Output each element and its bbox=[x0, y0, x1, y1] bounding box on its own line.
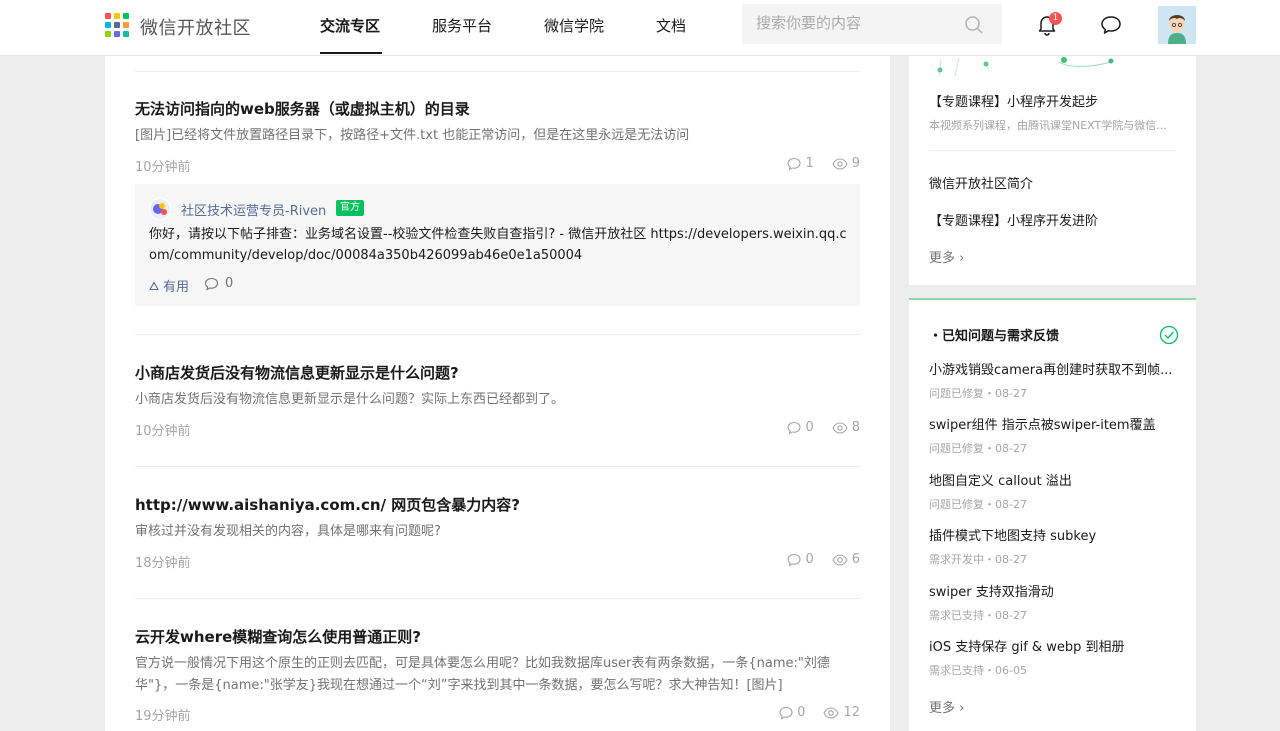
course-card: 【专题课程】小程序开发起步 本视频系列课程，由腾讯课堂NEXT学院与微信... … bbox=[909, 56, 1196, 285]
comment-icon bbox=[204, 277, 219, 291]
top-header: 微信开放社区 交流专区 服务平台 微信学院 文档 1 bbox=[0, 0, 1280, 56]
logo-icon[interactable] bbox=[105, 13, 131, 39]
question-time: 18分钟前 bbox=[135, 556, 191, 571]
site-name[interactable]: 微信开放社区 bbox=[140, 14, 251, 40]
eye-icon bbox=[832, 421, 848, 434]
question-desc[interactable]: 审核过并没有发现相关的内容，具体是哪来有问题呢? bbox=[135, 521, 855, 543]
search-input[interactable] bbox=[756, 14, 956, 32]
question-title[interactable]: 云开发where模糊查询怎么使用普通正则? bbox=[135, 626, 421, 647]
comment-count: 0 bbox=[805, 552, 814, 567]
comment-count: 0 bbox=[805, 420, 814, 435]
triangle-up-icon bbox=[149, 280, 159, 290]
comment-count: 0 bbox=[797, 705, 806, 720]
nav-academy[interactable]: 微信学院 bbox=[544, 15, 604, 36]
question-title[interactable]: http://www.aishaniya.com.cn/ 网页包含暴力内容? bbox=[135, 494, 520, 515]
question-list: 无法访问指向的web服务器（或虚拟主机）的目录 [图片]已经将文件放置路径目录下… bbox=[105, 56, 890, 731]
useful-button[interactable]: 有用 bbox=[149, 276, 189, 295]
question-title[interactable]: 无法访问指向的web服务器（或虚拟主机）的目录 bbox=[135, 98, 470, 119]
nav-docs[interactable]: 文档 bbox=[656, 15, 686, 36]
comment-icon bbox=[779, 706, 793, 720]
issue-status: 问题已修复・08-27 bbox=[929, 498, 1027, 511]
comment-count: 1 bbox=[805, 156, 814, 171]
notification-badge: 1 bbox=[1049, 12, 1062, 25]
eye-icon bbox=[832, 553, 848, 566]
view-count: 9 bbox=[851, 156, 860, 171]
sidebar-link-advanced-course[interactable]: 【专题课程】小程序开发进阶 bbox=[929, 210, 1098, 229]
issue-title[interactable]: swiper 支持双指滑动 bbox=[929, 581, 1054, 600]
answer-comment-button[interactable]: 0 bbox=[204, 276, 233, 291]
divider bbox=[135, 598, 860, 599]
question-desc[interactable]: [图片]已经将文件放置路径目录下，按路径+文件.txt 也能正常访问，但是在这里… bbox=[135, 125, 855, 147]
eye-icon bbox=[823, 706, 840, 719]
issue-title[interactable]: 小游戏销毁camera再创建时获取不到帧... bbox=[929, 359, 1172, 378]
nav-exchange[interactable]: 交流专区 bbox=[320, 15, 380, 36]
answer-comment-count: 0 bbox=[225, 276, 234, 291]
issues-more-link[interactable]: 更多 › bbox=[929, 697, 964, 716]
question-title[interactable]: 小商店发货后没有物流信息更新显示是什么问题? bbox=[135, 362, 459, 383]
issue-title[interactable]: iOS 支持保存 gif & webp 到相册 bbox=[929, 636, 1124, 655]
comment-icon bbox=[787, 421, 801, 435]
more-link[interactable]: 更多 › bbox=[929, 247, 964, 266]
question-desc[interactable]: 小商店发货后没有物流信息更新显示是什么问题？实际上东西已经都到了。 bbox=[135, 389, 855, 411]
search-box[interactable] bbox=[742, 4, 1002, 44]
answerer-avatar[interactable] bbox=[149, 198, 171, 220]
question-stats: 1 9 bbox=[787, 156, 860, 171]
issue-status: 问题已修复・08-27 bbox=[929, 387, 1027, 400]
chevron-right-icon: › bbox=[955, 251, 965, 266]
issue-title[interactable]: swiper组件 指示点被swiper-item覆盖 bbox=[929, 414, 1156, 433]
issues-heading: ・已知问题与需求反馈 bbox=[929, 329, 1060, 344]
eye-icon bbox=[832, 157, 848, 170]
issue-title[interactable]: 插件模式下地图支持 subkey bbox=[929, 525, 1096, 544]
issue-status: 需求已支持・06-05 bbox=[929, 664, 1027, 677]
sidebar-link-intro[interactable]: 微信开放社区简介 bbox=[929, 173, 1033, 192]
message-icon[interactable] bbox=[1100, 15, 1122, 35]
official-answer[interactable]: 社区技术运营专员-Riven 官方 你好，请按以下帖子排查：业务域名设置--校验… bbox=[135, 184, 860, 306]
question-time: 19分钟前 bbox=[135, 709, 191, 724]
check-circle-icon bbox=[1159, 325, 1179, 345]
issue-title[interactable]: 地图自定义 callout 溢出 bbox=[929, 470, 1072, 489]
official-badge: 官方 bbox=[336, 200, 364, 216]
active-nav-indicator bbox=[320, 52, 382, 54]
comment-icon bbox=[787, 157, 801, 171]
course-subtitle: 本视频系列课程，由腾讯课堂NEXT学院与微信... bbox=[929, 119, 1167, 132]
question-stats: 0 6 bbox=[787, 552, 860, 567]
divider bbox=[135, 334, 860, 335]
comment-icon bbox=[787, 553, 801, 567]
question-time: 10分钟前 bbox=[135, 160, 191, 175]
answer-text: 你好，请按以下帖子排查：业务域名设置--校验文件检查失败自查指引? - 微信开放… bbox=[149, 227, 847, 263]
more-label: 更多 bbox=[929, 251, 956, 266]
issue-status: 需求开发中・08-27 bbox=[929, 553, 1027, 566]
answerer-name[interactable]: 社区技术运营专员-Riven bbox=[181, 200, 326, 219]
divider bbox=[135, 466, 860, 467]
issues-heading-label: 已知问题与需求反馈 bbox=[942, 329, 1060, 344]
issue-status: 问题已修复・08-27 bbox=[929, 442, 1027, 455]
question-stats: 0 12 bbox=[779, 705, 860, 720]
view-count: 8 bbox=[851, 420, 860, 435]
question-time: 10分钟前 bbox=[135, 424, 191, 439]
course-title[interactable]: 【专题课程】小程序开发起步 bbox=[929, 91, 1098, 110]
nav-service-platform[interactable]: 服务平台 bbox=[432, 15, 492, 36]
search-icon[interactable] bbox=[964, 15, 984, 35]
view-count: 6 bbox=[851, 552, 860, 567]
course-banner-image[interactable] bbox=[929, 56, 1129, 80]
view-count: 12 bbox=[843, 705, 860, 720]
chevron-right-icon: › bbox=[955, 701, 965, 716]
divider bbox=[929, 150, 1176, 151]
issue-status: 需求已支持・08-27 bbox=[929, 609, 1027, 622]
divider bbox=[135, 71, 860, 72]
useful-label: 有用 bbox=[163, 280, 190, 295]
more-label: 更多 bbox=[929, 701, 956, 716]
question-desc[interactable]: 官方说一般情况下用这个原生的正则去匹配，可是具体要怎么用呢？比如我数据库user… bbox=[135, 653, 855, 697]
avatar[interactable] bbox=[1158, 6, 1196, 44]
question-stats: 0 8 bbox=[787, 420, 860, 435]
known-issues-card: ・已知问题与需求反馈 小游戏销毁camera再创建时获取不到帧... 问题已修复… bbox=[909, 298, 1196, 731]
